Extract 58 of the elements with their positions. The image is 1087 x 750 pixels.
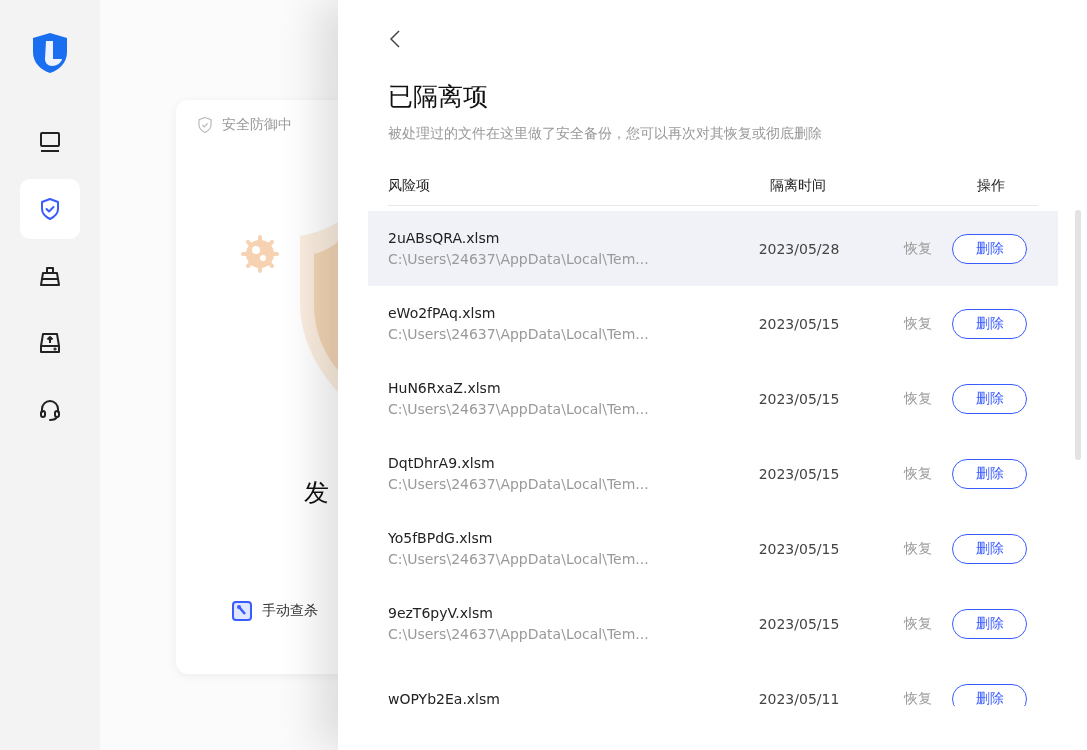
restore-button[interactable]: 恢复 [904,689,932,706]
quarantine-date: 2023/05/11 [757,690,841,706]
file-name: 9ezT6pyV.xlsm [388,605,494,621]
delete-button[interactable]: 删除 [952,683,1027,706]
quarantine-row[interactable]: Yo5fBPdG.xlsm C:\Users\24637\AppData\Local\Tem... 2023/05/15 恢复 删除 [368,511,1058,586]
file-name: 2uABsQRA.xlsm [388,230,501,246]
file-name: wOPYb2Ea.xlsm [388,690,501,706]
delete-button[interactable]: 删除 [952,608,1027,639]
monitor-icon [38,130,62,154]
quarantine-row[interactable]: DqtDhrA9.xlsm C:\Users\24637\AppData\Local\Tem... 2023/05/15 恢复 删除 [368,436,1058,511]
delete-button[interactable]: 删除 [952,233,1027,264]
quarantine-row[interactable]: eWo2fPAq.xlsm C:\Users\24637\AppData\Local\Tem... 2023/05/15 恢复 删除 [368,286,1058,361]
quarantine-row[interactable]: 2uABsQRA.xlsm C:\Users\24637\AppData\Local\Tem... 2023/05/28 恢复 删除 [368,211,1058,286]
delete-button[interactable]: 删除 [952,383,1027,414]
shield-check-icon [38,197,62,221]
delete-button[interactable]: 删除 [952,533,1027,564]
quarantine-row[interactable]: 9ezT6pyV.xlsm C:\Users\24637\AppData\Local\Tem... 2023/05/15 恢复 删除 [368,586,1058,661]
file-name: eWo2fPAq.xlsm [388,305,497,321]
quarantine-date: 2023/05/15 [757,315,841,332]
quarantine-row[interactable]: wOPYb2Ea.xlsm 2023/05/11 恢复 删除 [368,661,1058,706]
delete-button[interactable]: 删除 [952,458,1027,489]
column-header: 隔离时间 [769,177,827,195]
file-name: HuN6RxaZ.xlsm [388,380,502,396]
scrollbar[interactable] [1075,210,1081,460]
quarantine-date: 2023/05/15 [757,540,841,557]
back-button[interactable] [390,30,400,50]
headset-icon [38,398,62,422]
quarantine-date: 2023/05/28 [757,240,841,257]
restore-button[interactable]: 恢复 [904,464,932,483]
column-header: 操作 [976,177,1006,195]
file-path: C:\Users\24637\AppData\Local\Tem... [388,251,650,267]
file-name: DqtDhrA9.xlsm [388,455,496,471]
restore-button[interactable]: 恢复 [904,314,932,333]
back-chevron-icon [390,30,400,48]
drive-upload-icon [38,331,62,355]
restore-button[interactable]: 恢复 [904,389,932,408]
panel-subtitle: 被处理过的文件在这里做了安全备份，您可以再次对其恢复或彻底删除 [388,125,823,143]
file-name: Yo5fBPdG.xlsm [388,530,494,546]
shield-logo-icon [31,32,69,74]
file-path: C:\Users\24637\AppData\Local\Tem... [388,476,650,492]
file-path: C:\Users\24637\AppData\Local\Tem... [388,626,650,642]
panel-title: 已隔离项 [388,81,489,113]
file-path: C:\Users\24637\AppData\Local\Tem... [388,401,650,417]
shield-check-icon [196,116,214,134]
restore-button[interactable]: 恢复 [904,539,932,558]
quarantine-date: 2023/05/15 [757,390,841,407]
file-path: C:\Users\24637\AppData\Local\Tem... [388,551,650,567]
restore-button[interactable]: 恢复 [904,614,932,633]
manual-scan-button[interactable]: 手动查杀 [232,601,318,621]
status-text: 安全防御中 [222,116,292,134]
quarantine-row[interactable]: HuN6RxaZ.xlsm C:\Users\24637\AppData\Local\Tem... 2023/05/15 恢复 删除 [368,361,1058,436]
headline-text: 发 [304,477,329,509]
column-header: 风险项 [388,177,431,195]
virus-icon [240,234,280,274]
file-path: C:\Users\24637\AppData\Local\Tem... [388,326,650,342]
delete-button[interactable]: 删除 [952,308,1027,339]
quarantine-date: 2023/05/15 [757,465,841,482]
quarantine-date: 2023/05/15 [757,615,841,632]
